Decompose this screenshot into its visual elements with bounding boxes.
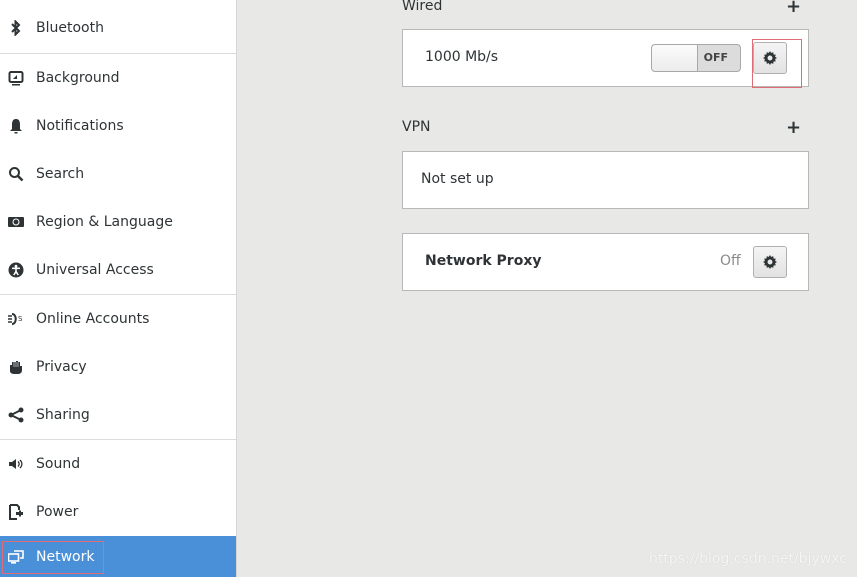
search-icon xyxy=(8,166,24,182)
online-accounts-icon: S xyxy=(8,311,24,327)
wired-toggle-switch[interactable]: OFF xyxy=(651,44,741,72)
background-icon xyxy=(8,70,24,86)
switch-state-label: OFF xyxy=(703,51,728,64)
bluetooth-icon xyxy=(8,20,24,36)
sidebar-item-universal-access[interactable]: Universal Access xyxy=(0,246,236,294)
sidebar-item-notifications[interactable]: Notifications xyxy=(0,102,236,150)
sidebar-item-label: Background xyxy=(36,70,120,86)
sidebar-item-label: Notifications xyxy=(36,118,124,134)
network-proxy-settings-button[interactable] xyxy=(753,246,787,278)
sidebar-item-power[interactable]: Power xyxy=(0,488,236,536)
vpn-status: Not set up xyxy=(421,171,494,187)
sidebar-item-label: Region & Language xyxy=(36,214,173,230)
sidebar-item-label: Bluetooth xyxy=(36,20,104,36)
network-proxy-status: Off xyxy=(720,253,741,269)
sidebar-item-label: Universal Access xyxy=(36,262,154,278)
bell-icon xyxy=(8,118,24,134)
gear-icon xyxy=(763,255,777,269)
sidebar-item-bluetooth[interactable]: Bluetooth xyxy=(0,4,236,52)
svg-text:S: S xyxy=(18,315,23,323)
sidebar-item-label: Sharing xyxy=(36,407,90,423)
network-proxy-label: Network Proxy xyxy=(425,253,542,269)
vpn-row: Not set up xyxy=(402,151,809,209)
network-proxy-row[interactable]: Network Proxy Off xyxy=(402,233,809,291)
sidebar-item-online-accounts[interactable]: S Online Accounts xyxy=(0,295,236,343)
annotation-highlight xyxy=(2,541,104,574)
share-icon xyxy=(8,407,24,423)
power-icon xyxy=(8,504,24,520)
hand-icon xyxy=(8,359,24,375)
wired-speed: 1000 Mb/s xyxy=(425,49,499,65)
sidebar-item-search[interactable]: Search xyxy=(0,150,236,198)
sidebar-item-background[interactable]: Background xyxy=(0,54,236,102)
sidebar: Bluetooth Background Notifications Searc… xyxy=(0,0,237,577)
sidebar-item-label: Sound xyxy=(36,456,81,472)
sidebar-item-label: Search xyxy=(36,166,85,182)
switch-knob xyxy=(652,45,698,71)
add-wired-button[interactable]: + xyxy=(786,0,801,16)
wired-connection-row: 1000 Mb/s OFF xyxy=(402,29,809,87)
add-vpn-button[interactable]: + xyxy=(786,119,801,137)
region-icon xyxy=(8,214,24,230)
sidebar-item-sound[interactable]: Sound xyxy=(0,440,236,488)
sidebar-item-label: Online Accounts xyxy=(36,311,150,327)
vpn-section-title: VPN xyxy=(402,119,431,135)
annotation-highlight xyxy=(752,39,802,88)
sidebar-item-label: Privacy xyxy=(36,359,87,375)
sidebar-item-label: Power xyxy=(36,504,79,520)
wired-section-title: Wired xyxy=(402,0,443,14)
accessibility-icon xyxy=(8,262,24,278)
sidebar-item-sharing[interactable]: Sharing xyxy=(0,391,236,439)
watermark: https://blog.csdn.net/bjywxc xyxy=(648,551,847,567)
sidebar-item-privacy[interactable]: Privacy xyxy=(0,343,236,391)
speaker-icon xyxy=(8,456,24,472)
sidebar-item-region-language[interactable]: Region & Language xyxy=(0,198,236,246)
